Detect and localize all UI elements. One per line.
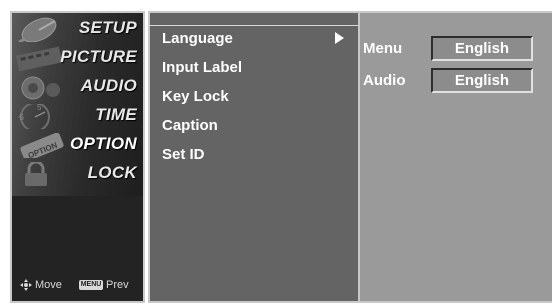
clock-icon: 6 5 [19,104,50,129]
satellite-dish-icon [18,17,57,42]
submenu-item-language[interactable]: Language [150,26,356,52]
category-audio[interactable]: AUDIO [12,73,143,102]
menu-language-select[interactable]: English [431,36,533,61]
audio-language-select[interactable]: English [431,68,533,93]
submenu-item-input-label[interactable]: Input Label [150,55,356,81]
setting-label: Menu [363,40,403,57]
submenu-item-caption[interactable]: Caption [150,113,356,139]
submenu-item-key-lock[interactable]: Key Lock [150,84,356,110]
category-time[interactable]: 6 5 TIME [12,102,143,131]
category-label: LOCK [87,163,137,182]
category-setup[interactable]: SETUP [12,15,143,44]
speaker-icon [21,76,60,100]
category-label: PICTURE [60,47,137,66]
category-option[interactable]: OPTION OPTION [12,131,143,160]
svg-text:5: 5 [37,104,42,112]
category-label: AUDIO [80,76,137,95]
submenu-arrow-icon [335,32,344,44]
lock-icon [25,162,47,186]
category-label: OPTION [70,134,137,153]
move-hint-label: Move [35,279,62,291]
prev-hint-label: Prev [106,279,129,291]
category-panel: SETUP PICTURE AUDIO 6 5 TIME OPTION OPTI… [10,11,145,303]
navigation-hints: Move MENU Prev [20,278,143,294]
menu-key-icon: MENU [79,280,103,290]
submenu-item-label: Caption [162,117,218,134]
submenu-item-label: Key Lock [162,88,229,105]
setting-row-menu-language: Menu English [358,36,552,64]
setting-label: Audio [363,72,406,89]
submenu-item-set-id[interactable]: Set ID [150,142,356,168]
submenu-item-label: Set ID [162,146,205,163]
submenu-item-label: Language [162,30,233,47]
category-lock[interactable]: LOCK [12,160,143,189]
category-picture[interactable]: PICTURE [12,44,143,73]
category-label: SETUP [78,18,137,37]
submenu-item-label: Input Label [162,59,242,76]
category-label: TIME [95,105,137,124]
top-margin [0,0,552,9]
setting-row-audio-language: Audio English [358,68,552,96]
tv-osd-menu: SETUP PICTURE AUDIO 6 5 TIME OPTION OPTI… [0,0,552,306]
svg-text:6: 6 [19,112,24,122]
move-arrows-icon [20,279,32,291]
